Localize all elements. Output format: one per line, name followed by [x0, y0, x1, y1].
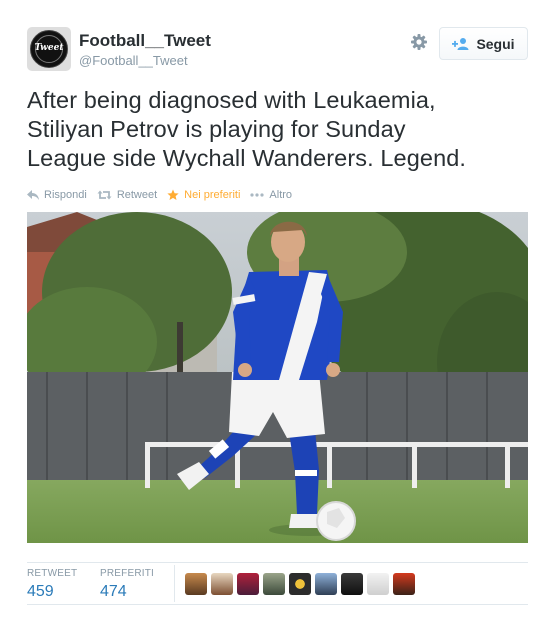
add-user-icon — [452, 37, 469, 50]
favoriter-avatar[interactable] — [315, 573, 337, 595]
retweet-stat-label: RETWEET — [27, 568, 78, 579]
follow-button-label: Segui — [476, 35, 515, 52]
tweet-text-line: After being diagnosed with Leukaemia, — [27, 87, 436, 113]
favoriter-avatar[interactable] — [185, 573, 207, 595]
favoriter-avatar[interactable] — [367, 573, 389, 595]
more-dots-icon — [250, 193, 265, 197]
tweet-actions: Rispondi Retweet Nei preferiti Altro — [27, 187, 302, 203]
retweet-icon — [97, 190, 112, 200]
favoriter-avatar[interactable] — [393, 573, 415, 595]
account-full-name[interactable]: Football__Tweet — [79, 31, 211, 51]
tweet-text-line: League side Wychall Wanderers. Legend. — [27, 145, 467, 171]
stats-divider-top — [27, 562, 528, 563]
stats-vertical-divider — [174, 565, 175, 602]
avatar-logo-text: Tweet — [34, 43, 64, 53]
stats-divider-bottom — [27, 604, 528, 605]
more-action[interactable]: Altro — [250, 189, 292, 201]
reply-label: Rispondi — [44, 189, 87, 201]
tweet-text-line: Stiliyan Petrov is playing for Sunday — [27, 116, 406, 142]
retweet-stat[interactable]: RETWEET 459 — [27, 568, 77, 601]
favoriter-avatar[interactable] — [341, 573, 363, 595]
photo-football-player — [27, 212, 528, 543]
favorite-action[interactable]: Nei preferiti — [167, 189, 240, 201]
favorites-count: 474 — [100, 583, 127, 600]
star-icon — [167, 189, 179, 200]
tweet-text: After being diagnosed with Leukaemia, St… — [27, 86, 527, 173]
retweet-label: Retweet — [116, 189, 158, 201]
more-label: Altro — [269, 189, 293, 201]
retweet-action[interactable]: Retweet — [97, 189, 157, 201]
favoriter-avatar[interactable] — [211, 573, 233, 595]
tweet-header: Tweet Football__Tweet @Football__Tweet S… — [0, 0, 554, 80]
favoriter-avatar[interactable] — [237, 573, 259, 595]
reply-action[interactable]: Rispondi — [27, 189, 87, 201]
favoriters-avatars — [185, 573, 415, 595]
tweet-photo[interactable] — [27, 212, 528, 543]
favoriter-avatar[interactable] — [289, 573, 311, 595]
favorites-stat[interactable]: PREFERITI 474 — [100, 568, 154, 601]
favorite-label: Nei preferiti — [184, 189, 241, 201]
favorites-stat-label: PREFERITI — [100, 568, 155, 579]
reply-icon — [27, 190, 39, 200]
account-screen-name[interactable]: @Football__Tweet — [79, 53, 188, 68]
follow-button[interactable]: Segui — [439, 27, 528, 60]
avatar-logo: Tweet — [30, 30, 68, 68]
retweet-count: 459 — [27, 583, 54, 600]
gear-icon[interactable] — [408, 31, 430, 53]
favoriter-avatar[interactable] — [263, 573, 285, 595]
profile-avatar[interactable]: Tweet — [27, 27, 71, 71]
